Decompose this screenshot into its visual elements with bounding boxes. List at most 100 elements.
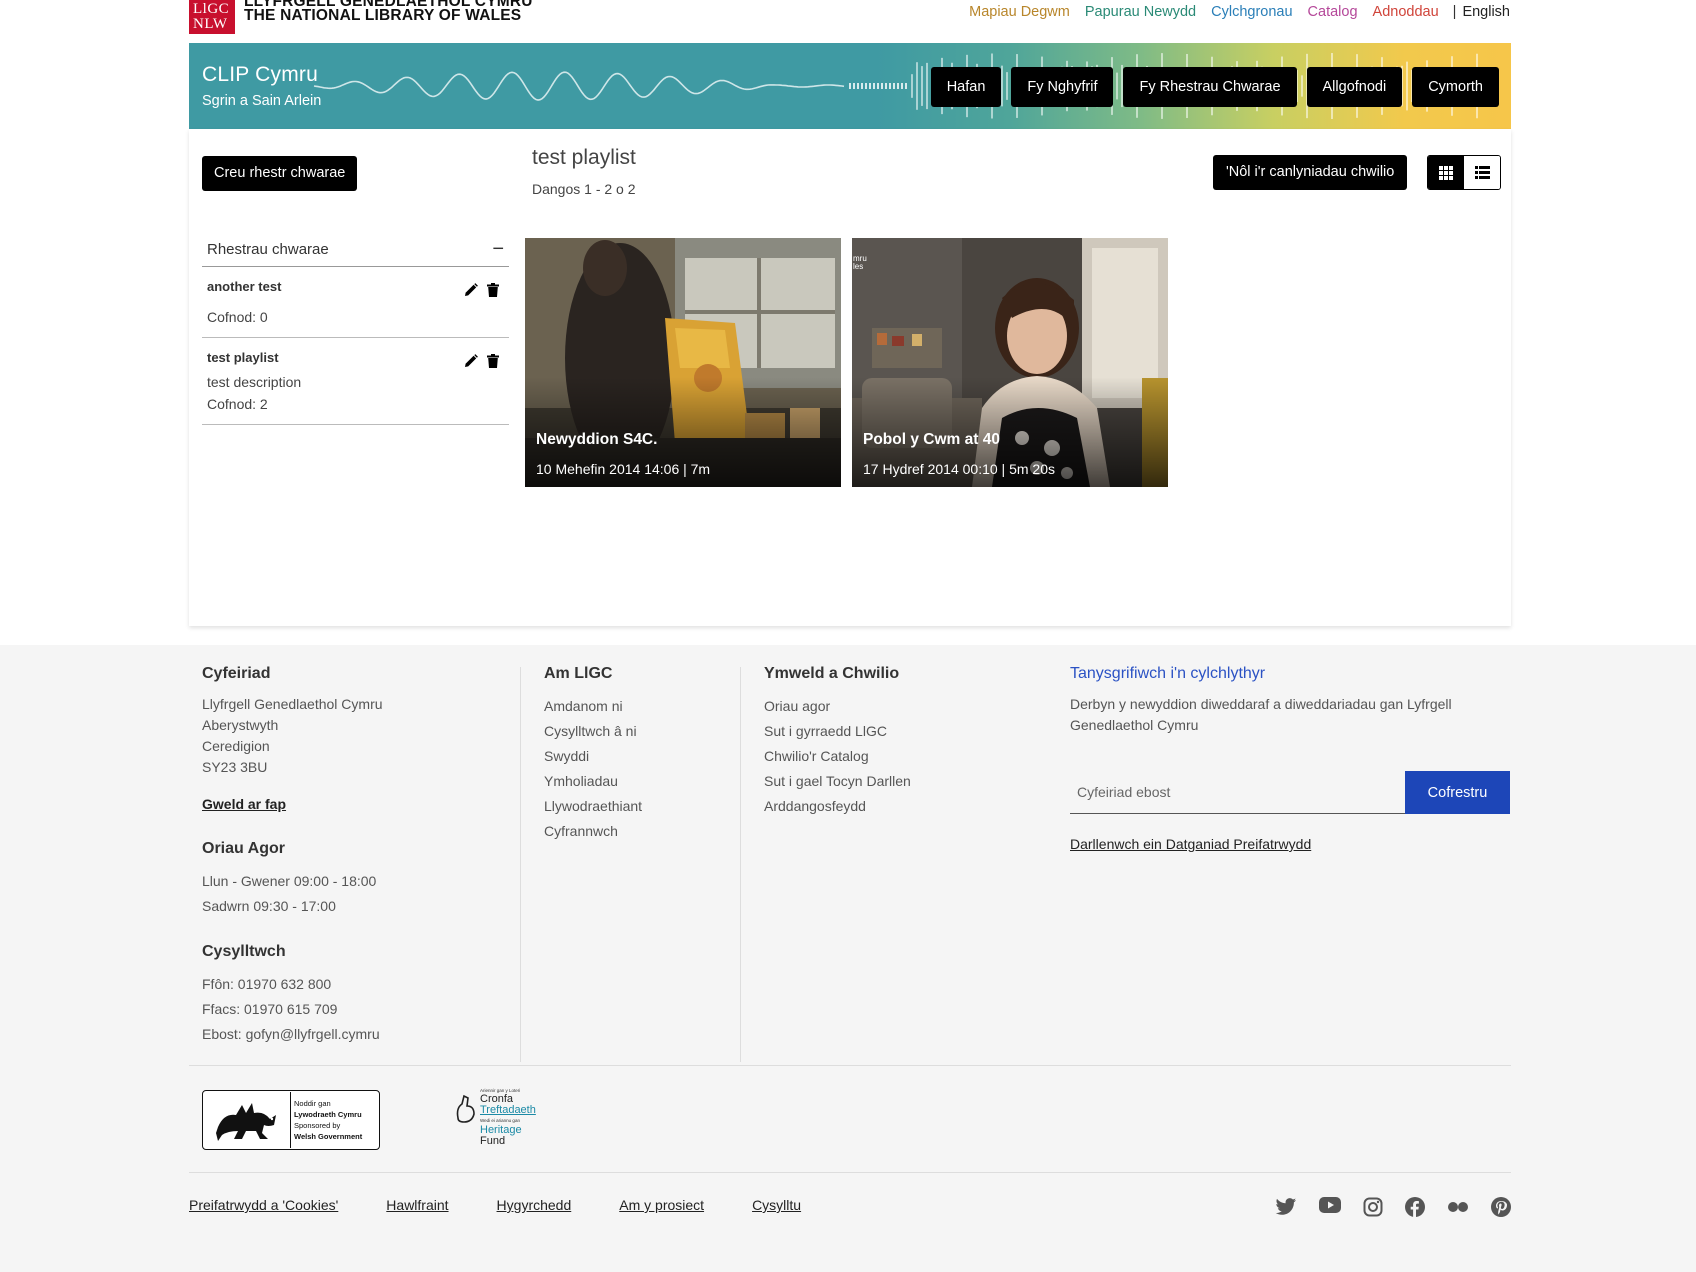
wave-bar <box>911 74 913 98</box>
playlist-count: Cofnod: 0 <box>207 309 268 325</box>
delete-trash-icon[interactable] <box>487 354 499 368</box>
card-title: Newyddion S4C. <box>536 431 658 448</box>
video-card[interactable]: Newyddion S4C. 10 Mehefin 2014 14:06 | 7… <box>525 238 841 487</box>
heritage-small-text-2: Wedi ei ariannu gan <box>480 1118 520 1123</box>
about-link-cysylltwch[interactable]: Cysylltwch â ni <box>544 719 724 744</box>
contact-heading: Cysylltwch <box>202 943 286 960</box>
corner-logo-line2: les <box>853 262 863 271</box>
site-title[interactable]: CLIP Cymru <box>202 63 318 87</box>
instagram-icon[interactable] <box>1363 1197 1383 1217</box>
top-link-papurau-newydd[interactable]: Papurau Newydd <box>1085 4 1196 20</box>
back-to-search-button[interactable]: 'Nôl i'r canlyniadau chwilio <box>1213 155 1408 190</box>
wave-dot <box>901 83 903 89</box>
list-view-button[interactable] <box>1464 156 1500 189</box>
top-link-mapiau-degwm[interactable]: Mapiau Degwm <box>969 4 1070 20</box>
twitter-icon[interactable] <box>1275 1197 1297 1217</box>
flickr-icon[interactable] <box>1447 1197 1469 1217</box>
playlist-count: Cofnod: 2 <box>207 396 268 412</box>
logo-mark-line1: LlGC <box>193 1 230 17</box>
address-line: Ceredigion <box>202 738 270 754</box>
playlists-header[interactable]: Rhestrau chwarae − <box>202 233 509 267</box>
about-link-swyddi[interactable]: Swyddi <box>544 744 724 769</box>
social-links <box>1253 1197 1511 1217</box>
visit-link-oriau[interactable]: Oriau agor <box>764 694 1024 719</box>
about-link-amdanom[interactable]: Amdanom ni <box>544 694 724 719</box>
visit-link-cyrraedd[interactable]: Sut i gyrraedd LlGC <box>764 719 1024 744</box>
create-playlist-button[interactable]: Creu rhestr chwarae <box>202 156 358 191</box>
top-link-catalog[interactable]: Catalog <box>1308 4 1358 20</box>
nav-my-account-button[interactable]: Fy Nghyfrif <box>1011 67 1114 107</box>
wave-dot <box>865 83 867 89</box>
contact-phone: Ffôn: 01970 632 800 <box>202 976 332 992</box>
site-subtitle: Sgrin a Sain Arlein <box>202 93 322 109</box>
top-links: Mapiau Degwm Papurau Newydd Cylchgronau … <box>954 4 1510 20</box>
wave-dot <box>905 83 907 89</box>
cookies-link[interactable]: Preifatrwydd a 'Cookies' <box>189 1197 338 1213</box>
playlists-heading: Rhestrau chwarae <box>207 241 329 258</box>
edit-pencil-icon[interactable] <box>464 354 478 368</box>
subscribe-button[interactable]: Cofrestru <box>1405 771 1510 814</box>
wave-dot <box>873 83 875 89</box>
heritage-fund-logo[interactable]: Ariennir gan y Loteri Cronfa Treftadaeth… <box>452 1088 552 1152</box>
playlist-item[interactable]: test playlist test description Cofnod: 2 <box>202 338 509 425</box>
sponsor-line: Sponsored by <box>294 1121 341 1130</box>
nav-logout-button[interactable]: Allgofnodi <box>1306 67 1403 107</box>
contact-link[interactable]: Cysylltu <box>752 1197 801 1213</box>
wave-dot <box>861 83 863 89</box>
email-field[interactable] <box>1070 771 1405 814</box>
about-link-llywodraethiant[interactable]: Llywodraethiant <box>544 794 724 819</box>
accessibility-link[interactable]: Hygyrchedd <box>497 1197 572 1213</box>
language-separator: | <box>1452 4 1457 20</box>
language-switch-english[interactable]: English <box>1462 4 1510 20</box>
grid-view-button[interactable] <box>1428 156 1464 189</box>
card-meta: 17 Hydref 2014 00:10 | 5m 20s <box>863 461 1055 477</box>
hours-heading: Oriau Agor <box>202 840 285 857</box>
grid-icon <box>1439 165 1453 180</box>
nav-help-button[interactable]: Cymorth <box>1412 67 1499 107</box>
delete-trash-icon[interactable] <box>487 283 499 297</box>
youtube-icon[interactable] <box>1319 1197 1341 1217</box>
list-icon <box>1474 166 1490 179</box>
welsh-dragon-icon <box>203 1092 291 1148</box>
top-link-cylchgronau[interactable]: Cylchgronau <box>1211 4 1292 20</box>
wave-dot <box>893 83 895 89</box>
video-card[interactable]: mru les Pobol y Cwm at 40 17 Hydref 2014… <box>852 238 1168 487</box>
logo-mark-line2: NLW <box>193 16 228 32</box>
privacy-statement-link[interactable]: Darllenwch ein Datganiad Preifatrwydd <box>1070 836 1311 852</box>
footer-about-column: Am LlGC Amdanom ni Cysylltwch â ni Swydd… <box>544 665 724 844</box>
footer-visit-column: Ymweld a Chwilio Oriau agor Sut i gyrrae… <box>764 665 1024 819</box>
card-meta: 10 Mehefin 2014 14:06 | 7m <box>536 461 711 477</box>
facebook-icon[interactable] <box>1405 1197 1425 1217</box>
top-link-adnoddau[interactable]: Adnoddau <box>1373 4 1439 20</box>
page-top: LlGC NLW LLYFRGELL GENEDLAETHOL CYMRU TH… <box>0 0 1696 645</box>
logo-mark: LlGC NLW <box>189 0 235 34</box>
welsh-government-logo[interactable]: Noddir gan Lywodraeth Cymru Sponsored by… <box>202 1090 380 1150</box>
card-title: Pobol y Cwm at 40 <box>863 431 1000 448</box>
view-map-link[interactable]: Gweld ar fap <box>202 796 512 812</box>
about-project-link[interactable]: Am y prosiect <box>619 1197 704 1213</box>
about-link-ymholiadau[interactable]: Ymholiadau <box>544 769 724 794</box>
sponsor-line: Noddir gan <box>294 1099 331 1108</box>
visit-link-catalog[interactable]: Chwilio'r Catalog <box>764 744 1024 769</box>
pinterest-icon[interactable] <box>1491 1197 1511 1217</box>
playlist-item[interactable]: another test Cofnod: 0 <box>202 267 509 338</box>
visit-link-arddangosfeydd[interactable]: Arddangosfeydd <box>764 794 1024 819</box>
wave-dot <box>885 83 887 89</box>
nlw-logo[interactable]: LlGC NLW LLYFRGELL GENEDLAETHOL CYMRU TH… <box>189 0 533 34</box>
address-line: Aberystwyth <box>202 717 279 733</box>
footer-divider <box>520 667 521 1062</box>
address-line: SY23 3BU <box>202 759 268 775</box>
site-banner: CLIP Cymru Sgrin a Sain Arlein Hafan Fy … <box>189 43 1511 129</box>
visit-link-tocyn[interactable]: Sut i gael Tocyn Darllen <box>764 769 1024 794</box>
newsletter-heading: Tanysgrifiwch i'n cylchlythyr <box>1070 665 1266 682</box>
playlists-sidebar: Rhestrau chwarae − another test Cofnod: … <box>202 233 509 425</box>
nav-hafan-button[interactable]: Hafan <box>930 67 1002 107</box>
contact-email[interactable]: Ebost: gofyn@llyfrgell.cymru <box>202 1022 512 1047</box>
copyright-link[interactable]: Hawlfraint <box>386 1197 448 1213</box>
collapse-icon[interactable]: − <box>492 238 504 261</box>
about-link-cyfrannwch[interactable]: Cyfrannwch <box>544 819 724 844</box>
nav-my-playlists-button[interactable]: Fy Rhestrau Chwarae <box>1123 67 1297 107</box>
hours-line: Sadwrn 09:30 - 17:00 <box>202 898 336 914</box>
edit-pencil-icon[interactable] <box>464 283 478 297</box>
newsletter-form: Cofrestru <box>1070 771 1511 814</box>
